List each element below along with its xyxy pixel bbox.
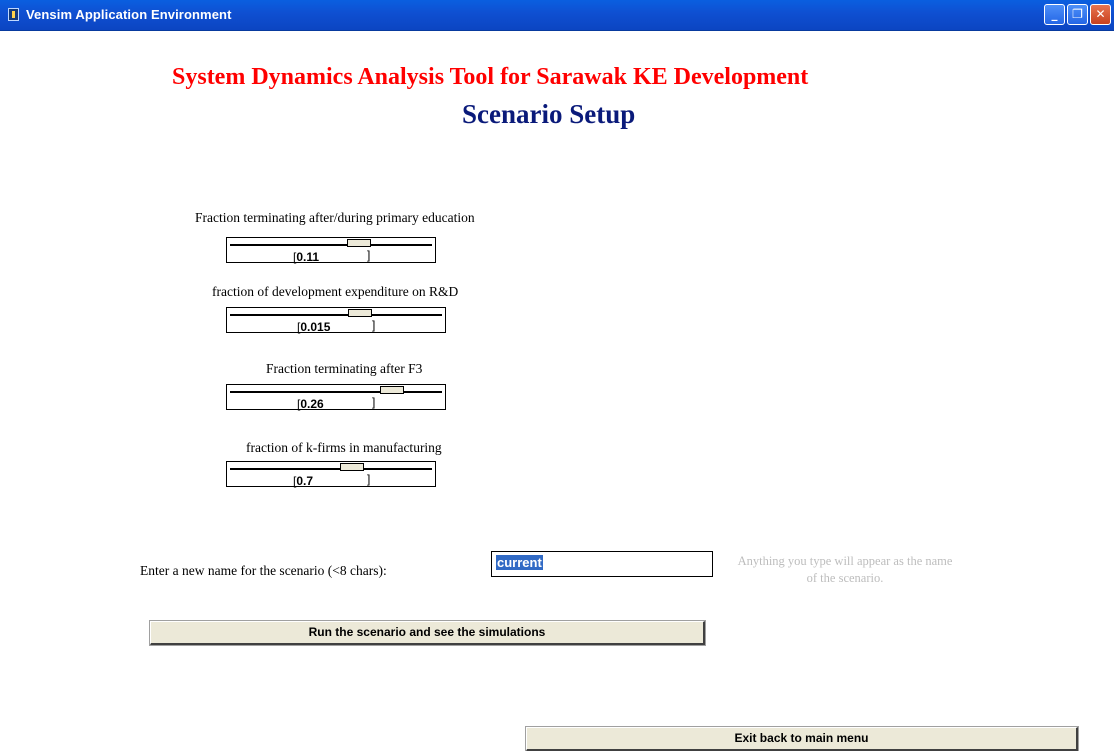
slider-value: 0.26 — [297, 397, 323, 411]
tool-title: System Dynamics Analysis Tool for Sarawa… — [172, 64, 809, 90]
slider-after-f3[interactable]: 0.26 ] — [226, 384, 446, 411]
close-icon[interactable]: ✕ — [1090, 4, 1111, 25]
slider-thumb[interactable] — [348, 309, 372, 317]
slider-value: 0.015 — [297, 320, 330, 334]
slider-bracket: ] — [372, 318, 376, 332]
slider-primary-education[interactable]: 0.11 ] — [226, 237, 436, 264]
page-title: Scenario Setup — [462, 99, 636, 129]
slider-track — [230, 391, 442, 393]
scenario-name-hint: Anything you type will appear as the nam… — [737, 554, 953, 585]
slider-k-firms[interactable]: 0.7 ] — [226, 461, 436, 488]
run-scenario-button[interactable]: Run the scenario and see the simulations — [149, 620, 706, 646]
window-title: Vensim Application Environment — [26, 7, 232, 22]
slider-thumb[interactable] — [347, 239, 371, 247]
slider-value: 0.11 — [293, 250, 319, 264]
scenario-name-input[interactable]: current — [491, 551, 713, 577]
slider-track — [230, 468, 432, 470]
slider-rd-expenditure[interactable]: 0.015 ] — [226, 307, 446, 334]
restore-icon[interactable]: ❐ — [1067, 4, 1088, 25]
window-titlebar[interactable]: Vensim Application Environment _ ❐ ✕ — [0, 0, 1114, 31]
slider-bracket: ] — [372, 395, 376, 409]
slider-label-after-f3: Fraction terminating after F3 — [266, 361, 423, 376]
slider-bracket: ] — [367, 248, 371, 262]
minimize-icon[interactable]: _ — [1044, 4, 1065, 25]
slider-thumb[interactable] — [340, 463, 364, 471]
scenario-name-value: current — [496, 555, 543, 570]
slider-label-primary-education: Fraction terminating after/during primar… — [195, 210, 475, 225]
slider-label-rd-expenditure: fraction of development expenditure on R… — [212, 284, 459, 299]
slider-bracket: ] — [367, 472, 371, 486]
vensim-app-icon — [8, 8, 19, 21]
slider-track — [230, 314, 442, 316]
slider-track — [230, 244, 432, 246]
scenario-name-prompt: Enter a new name for the scenario (<8 ch… — [140, 563, 387, 578]
exit-to-main-menu-button[interactable]: Exit back to main menu — [525, 726, 1079, 751]
slider-thumb[interactable] — [380, 386, 404, 394]
slider-value: 0.7 — [293, 474, 313, 488]
slider-label-k-firms: fraction of k-firms in manufacturing — [246, 440, 442, 455]
